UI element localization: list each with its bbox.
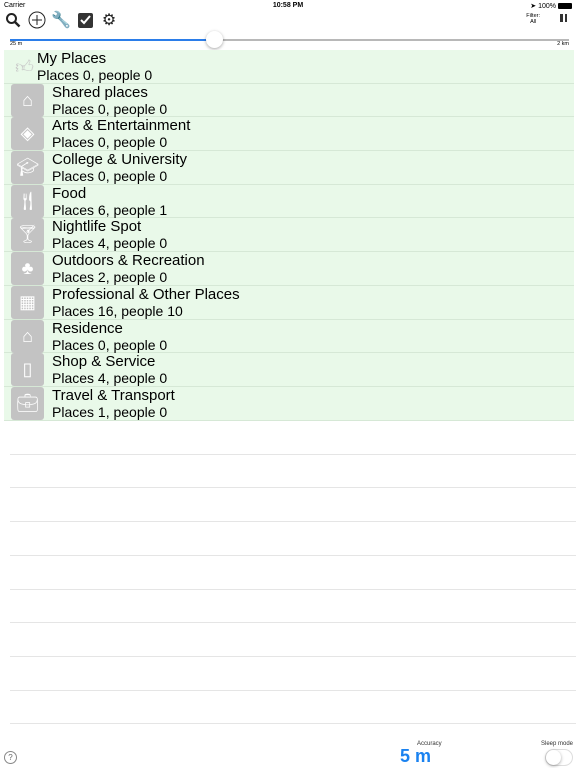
category-row[interactable]: ◈ Arts & Entertainment Places 0, people 0 bbox=[4, 117, 574, 152]
row-subtitle: Places 6, people 1 bbox=[52, 201, 168, 218]
fork-knife-icon: 🍴︎ bbox=[11, 184, 44, 218]
suitcase-icon: 💼︎ bbox=[11, 386, 44, 420]
checklist-icon[interactable] bbox=[76, 11, 94, 29]
search-icon[interactable] bbox=[4, 11, 22, 29]
graduation-cap-icon: 🎓︎ bbox=[11, 151, 44, 185]
row-subtitle: Places 4, people 0 bbox=[52, 235, 168, 252]
category-row[interactable]: ⌂ Residence Places 0, people 0 bbox=[4, 319, 574, 354]
empty-row-divider bbox=[10, 689, 576, 691]
category-row[interactable]: ▯ Shop & Service Places 4, people 0 bbox=[4, 353, 574, 387]
cocktail-icon: 🍸︎ bbox=[11, 218, 44, 252]
shopping-bag-icon: ▯ bbox=[11, 353, 44, 387]
battery: ➤ 100% bbox=[530, 2, 572, 10]
empty-row-divider bbox=[10, 655, 576, 657]
add-icon[interactable] bbox=[28, 11, 46, 29]
location-arrow-icon: ➤ bbox=[530, 3, 537, 10]
category-row[interactable]: ♣ Outdoors & Recreation Places 2, people 0 bbox=[4, 252, 574, 286]
row-subtitle: Places 0, people 0 bbox=[52, 336, 168, 353]
row-title: College & University bbox=[52, 151, 188, 169]
my-places-row[interactable]: 👍︎ My Places Places 0, people 0 bbox=[4, 50, 574, 84]
ticket-icon: ◈ bbox=[11, 117, 44, 151]
gear-icon[interactable]: ⚙ bbox=[100, 11, 118, 29]
row-title: Arts & Entertainment bbox=[52, 117, 191, 135]
accuracy-value: 5 m bbox=[400, 746, 432, 766]
category-row[interactable]: 🍸︎ Nightlife Spot Places 4, people 0 bbox=[4, 218, 574, 253]
empty-row-divider bbox=[10, 487, 576, 489]
row-subtitle: Places 0, people 0 bbox=[52, 168, 168, 185]
empty-row-divider bbox=[10, 453, 576, 455]
empty-row-divider bbox=[10, 723, 576, 725]
distance-slider[interactable] bbox=[10, 31, 569, 48]
filter-button[interactable]: Filter: All bbox=[526, 13, 540, 25]
category-row[interactable]: ⌂ Shared places Places 0, people 0 bbox=[4, 83, 574, 118]
row-title: Residence bbox=[52, 319, 123, 337]
slider-thumb[interactable] bbox=[206, 31, 224, 48]
row-title: Food bbox=[52, 184, 87, 202]
building-icon: ▦ bbox=[11, 285, 44, 319]
category-row[interactable]: 🍴︎ Food Places 6, people 1 bbox=[4, 184, 574, 219]
sleep-mode-label: Sleep mode bbox=[541, 741, 574, 747]
row-title: Nightlife Spot bbox=[52, 218, 142, 236]
help-button[interactable]: ? bbox=[4, 751, 17, 764]
row-title: Shop & Service bbox=[52, 353, 156, 371]
battery-percent: 100% bbox=[538, 2, 556, 10]
row-subtitle: Places 0, people 0 bbox=[52, 100, 168, 117]
row-subtitle: Places 2, people 0 bbox=[52, 269, 168, 286]
slider-min-label: 25 m bbox=[10, 41, 23, 47]
row-subtitle: Places 0, people 0 bbox=[52, 134, 168, 151]
battery-icon bbox=[558, 3, 572, 9]
empty-row-divider bbox=[10, 622, 576, 624]
category-row[interactable]: 💼︎ Travel & Transport Places 1, people 0 bbox=[4, 386, 574, 421]
wrench-icon[interactable]: 🔧 bbox=[51, 11, 71, 29]
row-title: Shared places bbox=[52, 83, 148, 101]
row-subtitle: Places 4, people 0 bbox=[52, 370, 168, 387]
places-list: 👍︎ My Places Places 0, people 0 ⌂ Shared … bbox=[4, 50, 574, 421]
row-title: Outdoors & Recreation bbox=[52, 252, 205, 270]
row-title: Professional & Other Places bbox=[52, 285, 240, 303]
row-subtitle: Places 0, people 0 bbox=[37, 67, 153, 83]
category-row[interactable]: 🎓︎ College & University Places 0, people 0 bbox=[4, 151, 574, 185]
row-title: My Places bbox=[37, 50, 107, 67]
house-icon: ⌂ bbox=[11, 83, 44, 117]
slider-fill bbox=[10, 39, 215, 41]
tree-icon: ♣ bbox=[11, 252, 44, 286]
filter-value: All bbox=[530, 19, 537, 25]
clock: 10:58 PM bbox=[272, 2, 304, 9]
row-title: Travel & Transport bbox=[52, 386, 175, 404]
sleep-mode-toggle[interactable] bbox=[545, 749, 573, 766]
empty-row-divider bbox=[10, 521, 576, 523]
slider-max-label: 2 km bbox=[557, 41, 569, 47]
row-subtitle: Places 16, people 10 bbox=[52, 302, 183, 319]
category-row[interactable]: ▦ Professional & Other Places Places 16, p… bbox=[4, 285, 574, 320]
pause-button[interactable] bbox=[560, 14, 567, 22]
house-icon: ⌂ bbox=[11, 319, 44, 353]
toolbar: 🔧 ⚙ bbox=[4, 10, 118, 30]
row-subtitle: Places 1, people 0 bbox=[52, 403, 168, 420]
empty-row-divider bbox=[10, 554, 576, 556]
empty-row-divider bbox=[10, 588, 576, 590]
